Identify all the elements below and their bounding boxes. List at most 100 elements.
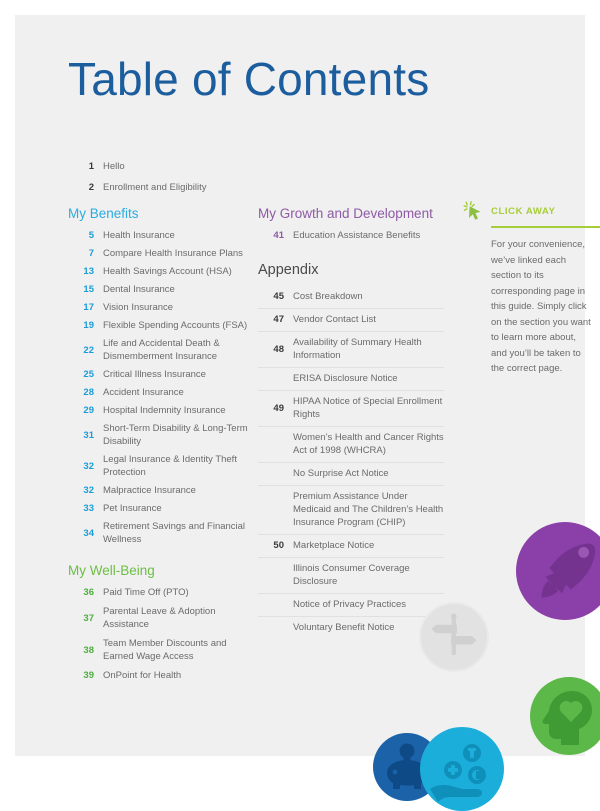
toc-entry[interactable]: 48 Availability of Summary Health Informa… (258, 332, 444, 368)
toc-entry-label: Women’s Health and Cancer Rights Act of … (293, 432, 444, 456)
toc-entry[interactable]: 28 Accident Insurance (68, 386, 258, 399)
toc-entry-label: Notice of Privacy Practices (293, 599, 406, 610)
toc-entry-page-number: 34 (83, 527, 94, 539)
toc-entry[interactable]: 38 Team Member Discounts and Earned Wage … (68, 637, 258, 663)
appendix-list: 45 Cost Breakdown 47 Vendor Contact List 48 A… (258, 286, 444, 639)
toc-entry-page-number: 32 (83, 460, 94, 472)
toc-entry[interactable]: 34 Retirement Savings and Financial Welln… (68, 520, 258, 546)
toc-entry[interactable]: 37 Parental Leave & Adoption Assistance (68, 605, 258, 631)
toc-entry[interactable]: 2 Enrollment and Eligibility (68, 181, 288, 194)
toc-entry-page-number: 19 (83, 320, 94, 331)
toc-entry[interactable]: 17 Vision Insurance (68, 301, 258, 314)
toc-entry-label: Voluntary Benefit Notice (293, 622, 395, 633)
growth-list: 41 Education Assistance Benefits (258, 229, 444, 242)
toc-entry-page-number: 48 (273, 343, 284, 355)
section-heading-appendix: Appendix (258, 262, 319, 278)
toc-entry[interactable]: 7 Compare Health Insurance Plans (68, 247, 258, 260)
toc-entry-label: Cost Breakdown (293, 291, 363, 302)
toc-entry-page-number: 7 (88, 248, 94, 259)
toc-entry-label: Hello (103, 161, 125, 172)
toc-entry-page-number: 50 (273, 540, 284, 551)
toc-entry-page-number: 49 (273, 402, 284, 414)
toc-entry[interactable]: 36 Paid Time Off (PTO) (68, 586, 258, 599)
toc-entry[interactable]: 39 OnPoint for Health (68, 669, 258, 682)
toc-entry[interactable]: 49 HIPAA Notice of Special Enrollment Rig… (258, 391, 444, 427)
click-away-callout: CLICK AWAY For your convenience, we’ve l… (463, 201, 600, 377)
toc-entry[interactable]: 22 Life and Accidental Death & Dismemberm… (68, 337, 258, 363)
toc-entry[interactable]: Premium Assistance Under Medicaid and Th… (258, 486, 444, 535)
toc-entry[interactable]: 32 Legal Insurance & Identity Theft Prote… (68, 453, 258, 479)
toc-entry-page-number: 1 (88, 161, 94, 172)
toc-entry[interactable]: 33 Pet Insurance (68, 502, 258, 515)
toc-entry-page-number: 22 (83, 344, 94, 356)
toc-entry-label: Short-Term Disability & Long-Term Disabi… (103, 423, 248, 447)
toc-entry-label: Illinois Consumer Coverage Disclosure (293, 563, 410, 587)
toc-entry[interactable]: ERISA Disclosure Notice (258, 368, 444, 391)
toc-entry-label: OnPoint for Health (103, 670, 182, 681)
toc-entry[interactable]: 31 Short-Term Disability & Long-Term Disa… (68, 422, 258, 448)
toc-entry[interactable]: 13 Health Savings Account (HSA) (68, 265, 258, 278)
toc-entry-page-number: 13 (83, 266, 94, 277)
toc-entry[interactable]: 29 Hospital Indemnity Insurance (68, 404, 258, 417)
head-heart-badge (530, 677, 600, 755)
section-heading-my-well-being: My Well-Being (68, 563, 155, 578)
click-away-divider (491, 226, 600, 228)
click-away-title: CLICK AWAY (491, 205, 556, 217)
click-away-body: For your convenience, we’ve linked each … (491, 239, 591, 374)
toc-entry[interactable]: 5 Health Insurance (68, 229, 258, 242)
wellbeing-block: My Well-Being 36 Paid Time Off (PTO) 37 Par… (68, 563, 258, 682)
toc-entry-page-number: 29 (83, 405, 94, 416)
toc-entry-label: Parental Leave & Adoption Assistance (103, 606, 216, 630)
toc-entry[interactable]: Women’s Health and Cancer Rights Act of … (258, 427, 444, 463)
toc-entry[interactable]: 15 Dental Insurance (68, 283, 258, 296)
toc-entry[interactable]: 47 Vendor Contact List (258, 309, 444, 332)
toc-entry-label: Compare Health Insurance Plans (103, 248, 243, 259)
toc-entry-page-number: 47 (273, 314, 284, 325)
column-left: My Benefits 5 Health Insurance 7 Compare He… (68, 206, 258, 688)
toc-entry-page-number: 25 (83, 369, 94, 380)
toc-entry-label: Dental Insurance (103, 284, 175, 295)
toc-entry-label: Legal Insurance & Identity Theft Protect… (103, 454, 237, 478)
toc-entry[interactable]: Notice of Privacy Practices (258, 594, 444, 617)
toc-entry-page-number: 28 (83, 387, 94, 398)
toc-entry-page-number: 2 (88, 182, 94, 193)
toc-entry-page-number: 45 (273, 291, 284, 302)
toc-entry-page-number: 39 (83, 670, 94, 681)
toc-entry-page-number: 37 (83, 612, 94, 624)
toc-entry[interactable]: No Surprise Act Notice (258, 463, 444, 486)
toc-entry-page-number: 32 (83, 485, 94, 496)
toc-entry[interactable]: 1 Hello (68, 160, 288, 173)
toc-entry-page-number: 15 (83, 284, 94, 295)
toc-entry[interactable]: 41 Education Assistance Benefits (258, 229, 444, 242)
toc-entry[interactable]: Illinois Consumer Coverage Disclosure (258, 558, 444, 594)
toc-entry-label: Premium Assistance Under Medicaid and Th… (293, 491, 444, 528)
column-middle: My Growth and Development 41 Education As… (258, 206, 444, 639)
toc-page: Table of Contents 1 Hello 2 Enrollment and … (15, 15, 600, 811)
toc-entry[interactable]: 25 Critical Illness Insurance (68, 368, 258, 381)
toc-entry[interactable]: 19 Flexible Spending Accounts (FSA) (68, 319, 258, 332)
toc-entry-label: Hospital Indemnity Insurance (103, 405, 226, 416)
benefits-list: 5 Health Insurance 7 Compare Health Insuran… (68, 229, 258, 546)
toc-entry[interactable]: 32 Malpractice Insurance (68, 484, 258, 497)
page-title: Table of Contents (68, 53, 430, 105)
toc-entry-label: Health Insurance (103, 230, 175, 241)
toc-entry-page-number: 41 (273, 230, 284, 241)
toc-entry-label: Accident Insurance (103, 387, 184, 398)
toc-entry[interactable]: Voluntary Benefit Notice (258, 617, 444, 639)
toc-entry-label: Marketplace Notice (293, 540, 375, 551)
rocket-badge (516, 522, 600, 620)
toc-entry-label: Retirement Savings and Financial Wellnes… (103, 521, 246, 545)
section-heading-my-growth-and-development: My Growth and Development (258, 206, 433, 221)
hand-coins-badge (420, 727, 504, 811)
toc-entry-label: Availability of Summary Health Informati… (293, 337, 422, 361)
toc-entry-label: Paid Time Off (PTO) (103, 587, 189, 598)
toc-entry[interactable]: 45 Cost Breakdown (258, 286, 444, 309)
toc-entry-label: ERISA Disclosure Notice (293, 373, 398, 384)
toc-entry-page-number: 5 (88, 230, 94, 241)
toc-entry-label: Malpractice Insurance (103, 485, 196, 496)
click-away-header: CLICK AWAY (463, 201, 600, 221)
section-heading-my-benefits: My Benefits (68, 206, 139, 221)
toc-entry-page-number: 31 (83, 429, 94, 441)
toc-entry-label: Enrollment and Eligibility (103, 182, 207, 193)
toc-entry[interactable]: 50 Marketplace Notice (258, 535, 444, 558)
